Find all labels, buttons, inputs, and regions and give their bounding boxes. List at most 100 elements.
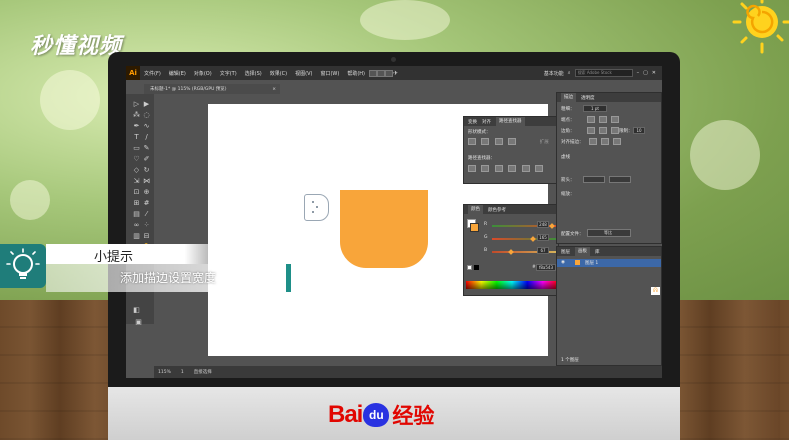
- stock-search-input[interactable]: 搜索 Adobe Stock: [574, 69, 633, 77]
- tab-libraries[interactable]: 库: [595, 249, 600, 255]
- fill-stroke-swatch-icon[interactable]: ◧: [132, 306, 141, 314]
- artboard-tool-icon[interactable]: ⊟: [142, 232, 151, 240]
- g-value-field[interactable]: 165: [537, 234, 549, 241]
- menu-view[interactable]: 视图(V): [291, 70, 316, 77]
- start-arrow-select[interactable]: [583, 176, 605, 183]
- minimize-icon[interactable]: –: [637, 70, 640, 76]
- anchor-point[interactable]: [312, 201, 314, 203]
- lasso-tool-icon[interactable]: ◌: [142, 111, 151, 119]
- intersect-icon[interactable]: [494, 138, 503, 145]
- shape-builder-tool-icon[interactable]: ⊕: [142, 188, 151, 196]
- stroke-swatch[interactable]: [470, 223, 479, 232]
- tab-stroke[interactable]: 描边: [561, 93, 576, 102]
- end-arrow-select[interactable]: [609, 176, 631, 183]
- pencil-tool-icon[interactable]: ✐: [142, 155, 151, 163]
- divide-icon[interactable]: [468, 165, 476, 172]
- none-swatch[interactable]: [467, 265, 472, 270]
- unite-icon[interactable]: [468, 138, 476, 145]
- merge-icon[interactable]: [494, 165, 503, 172]
- black-swatch[interactable]: [474, 265, 479, 270]
- align-inside-icon[interactable]: [601, 138, 609, 145]
- align-center-icon[interactable]: [589, 138, 597, 145]
- butt-cap-icon[interactable]: [587, 116, 595, 123]
- perspective-grid-tool-icon[interactable]: ⊞: [132, 199, 141, 207]
- tab-color[interactable]: 颜色: [468, 205, 483, 214]
- menu-help[interactable]: 帮助(H): [343, 70, 369, 77]
- blend-tool-icon[interactable]: ∞: [132, 221, 141, 229]
- bevel-join-icon[interactable]: [611, 127, 619, 134]
- maximize-icon[interactable]: ▢: [643, 70, 648, 76]
- outline-icon[interactable]: [521, 165, 530, 172]
- menu-type[interactable]: 文字(T): [216, 70, 241, 77]
- anchor-point[interactable]: [312, 211, 314, 213]
- exclude-icon[interactable]: [508, 138, 517, 145]
- tab-artboards[interactable]: 画板: [575, 247, 590, 256]
- bridge-icon[interactable]: [369, 69, 377, 77]
- width-tool-icon[interactable]: ⋈: [142, 177, 151, 185]
- hex-value-field[interactable]: f8a543: [536, 264, 556, 271]
- direct-selection-tool-icon[interactable]: ▶: [142, 100, 151, 108]
- profile-select[interactable]: 等比: [587, 229, 631, 237]
- r-value-field[interactable]: 248: [537, 221, 549, 228]
- column-graph-tool-icon[interactable]: ▥: [132, 232, 141, 240]
- minus-front-icon[interactable]: [481, 138, 490, 145]
- curvature-tool-icon[interactable]: ∿: [142, 122, 151, 130]
- menu-window[interactable]: 窗口(W): [316, 70, 343, 77]
- zoom-level[interactable]: 115%: [158, 370, 171, 375]
- weight-field[interactable]: 1 pt: [583, 105, 607, 112]
- tab-align[interactable]: 对齐: [482, 119, 491, 125]
- tab-layers[interactable]: 图层: [561, 249, 570, 255]
- magic-wand-tool-icon[interactable]: ⁂: [132, 111, 141, 119]
- rectangle-tool-icon[interactable]: ▭: [132, 144, 141, 152]
- document-tab[interactable]: 未标题-1* @ 115% (RGB/GPU 预览) ×: [144, 84, 280, 94]
- close-icon[interactable]: ✕: [652, 70, 656, 76]
- artboard-number[interactable]: 1: [181, 370, 184, 375]
- anchor-point[interactable]: [316, 206, 318, 208]
- arrange-documents-icon[interactable]: [385, 69, 393, 77]
- round-cap-icon[interactable]: [599, 116, 607, 123]
- cc-libraries-icon[interactable]: ᕱ: [651, 287, 660, 295]
- pen-tool-icon[interactable]: ✒: [132, 122, 141, 130]
- menu-edit[interactable]: 编辑(E): [165, 70, 190, 77]
- workspace-switcher[interactable]: 基本功能: [544, 70, 564, 77]
- free-transform-tool-icon[interactable]: ⊡: [132, 188, 141, 196]
- menu-object[interactable]: 对象(O): [190, 70, 216, 77]
- paintbrush-tool-icon[interactable]: ✎: [142, 144, 151, 152]
- selection-tool-icon[interactable]: ▷: [132, 100, 141, 108]
- trim-icon[interactable]: [481, 165, 490, 172]
- limit-field[interactable]: 10: [633, 127, 645, 134]
- mesh-tool-icon[interactable]: #: [142, 199, 151, 207]
- orange-rounded-shape[interactable]: [340, 190, 428, 268]
- layer-row[interactable]: ◉ 图层 1: [557, 259, 661, 267]
- miter-join-icon[interactable]: [587, 127, 595, 134]
- gradient-tool-icon[interactable]: ▤: [132, 210, 141, 218]
- symbol-sprayer-tool-icon[interactable]: ⁘: [142, 221, 151, 229]
- round-join-icon[interactable]: [599, 127, 607, 134]
- menu-file[interactable]: 文件(F): [140, 70, 165, 77]
- gpu-performance-icon[interactable]: ✈: [393, 70, 398, 77]
- scale-tool-icon[interactable]: ⇲: [132, 177, 141, 185]
- b-value-field[interactable]: 67: [537, 247, 549, 254]
- eyedropper-tool-icon[interactable]: ⁄: [142, 210, 151, 218]
- expand-button[interactable]: 扩展: [540, 140, 549, 145]
- align-outside-icon[interactable]: [613, 138, 621, 145]
- visibility-eye-icon[interactable]: ◉: [561, 260, 565, 265]
- screen-mode-icon[interactable]: ▣: [134, 318, 143, 326]
- eraser-tool-icon[interactable]: ◇: [132, 166, 141, 174]
- tab-color-guide[interactable]: 颜色参考: [488, 207, 506, 213]
- menu-select[interactable]: 选择(S): [241, 70, 266, 77]
- projecting-cap-icon[interactable]: [611, 116, 619, 123]
- dashed-line-checkbox[interactable]: 虚线: [561, 154, 570, 160]
- close-tab-icon[interactable]: ×: [272, 87, 280, 92]
- type-tool-icon[interactable]: T: [132, 133, 141, 141]
- crop-icon[interactable]: [508, 165, 517, 172]
- color-spectrum[interactable]: [466, 281, 558, 289]
- stock-icon[interactable]: [377, 69, 385, 77]
- tab-transform[interactable]: 变换: [468, 119, 477, 125]
- tab-transparency[interactable]: 透明度: [581, 95, 595, 101]
- rotate-tool-icon[interactable]: ↻: [142, 166, 151, 174]
- menu-effect[interactable]: 效果(C): [266, 70, 291, 77]
- minus-back-icon[interactable]: [535, 165, 544, 172]
- layer-name[interactable]: 图层 1: [585, 260, 598, 266]
- line-tool-icon[interactable]: /: [142, 133, 151, 141]
